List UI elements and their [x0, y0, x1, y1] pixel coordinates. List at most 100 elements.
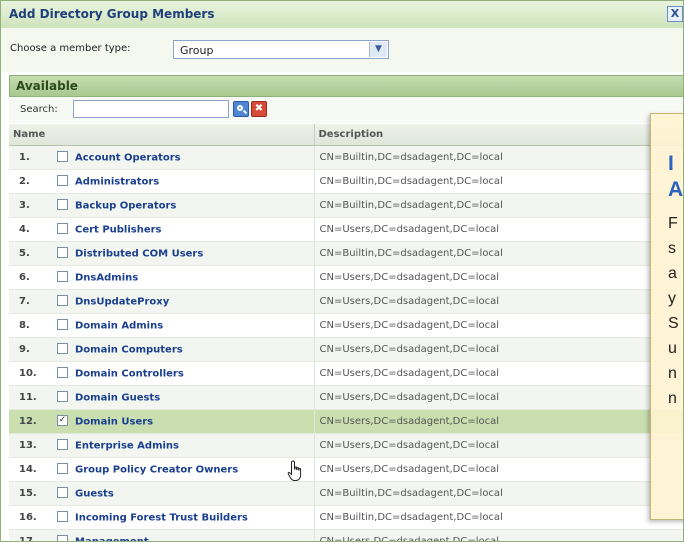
group-description-cell: CN=Builtin,DC=dsadagent,DC=local — [313, 169, 683, 194]
table-row[interactable]: 16. Incoming Forest Trust Builders CN=Buil… — [9, 505, 683, 530]
search-input[interactable] — [73, 100, 229, 118]
group-name-link[interactable]: Guests — [75, 488, 114, 499]
callout-body-line: F — [668, 215, 678, 232]
row-checkbox[interactable]: ✓ — [57, 414, 68, 426]
callout-heading-line: I — [668, 152, 674, 175]
group-name-cell: 16. Incoming Forest Trust Builders — [9, 505, 314, 530]
row-number: 5. — [19, 248, 30, 260]
table-row[interactable]: 4. Cert Publishers CN=Users,DC=dsadagent,D… — [9, 217, 683, 242]
table-row[interactable]: 2. Administrators CN=Builtin,DC=dsadagent,… — [9, 169, 683, 194]
row-checkbox[interactable] — [57, 150, 68, 162]
group-name-cell: 2. Administrators — [9, 169, 314, 194]
group-name-cell: 14. Group Policy Creator Owners — [9, 457, 314, 482]
group-name-link[interactable]: Management — [75, 536, 149, 541]
callout-body-line: n — [668, 365, 677, 382]
chevron-down-icon[interactable]: ▼ — [369, 42, 387, 57]
group-name-link[interactable]: Domain Guests — [75, 392, 160, 403]
row-checkbox[interactable] — [57, 534, 68, 541]
table-row[interactable]: 8. Domain Admins CN=Users,DC=dsadagent,DC=… — [9, 313, 683, 338]
group-name-link[interactable]: Domain Controllers — [75, 368, 184, 379]
group-description-cell: CN=Users,DC=dsadagent,DC=local — [313, 337, 683, 362]
row-checkbox[interactable] — [57, 438, 68, 450]
row-number: 16. — [19, 512, 37, 524]
callout-body-line: u — [668, 340, 677, 357]
group-name-link[interactable]: Enterprise Admins — [75, 440, 179, 451]
table-row[interactable]: 17. Management CN=Users,DC=dsadagent,DC=lo… — [9, 529, 683, 541]
row-checkbox[interactable] — [57, 174, 68, 186]
group-name-link[interactable]: Domain Computers — [75, 344, 183, 355]
table-row[interactable]: 10. Domain Controllers CN=Users,DC=dsadage… — [9, 361, 683, 386]
group-description-cell: CN=Users,DC=dsadagent,DC=local — [313, 361, 683, 386]
group-name-link[interactable]: Group Policy Creator Owners — [75, 464, 238, 475]
group-name-cell: 5. Distributed COM Users — [9, 241, 314, 266]
row-number: 9. — [19, 344, 30, 356]
row-number: 13. — [19, 440, 37, 452]
group-name-cell: 8. Domain Admins — [9, 313, 314, 338]
group-description-cell: CN=Users,DC=dsadagent,DC=local — [313, 289, 683, 314]
clear-search-icon[interactable]: ✖ — [251, 101, 267, 117]
group-name-link[interactable]: Cert Publishers — [75, 224, 162, 235]
table-row[interactable]: 1. Account Operators CN=Builtin,DC=dsadage… — [9, 145, 683, 170]
row-checkbox[interactable] — [57, 342, 68, 354]
add-directory-group-members-dialog: Add Directory Group Members X Choose a m… — [0, 0, 684, 542]
group-name-link[interactable]: Backup Operators — [75, 200, 176, 211]
row-checkbox[interactable] — [57, 270, 68, 282]
row-checkbox[interactable] — [57, 222, 68, 234]
groups-table: Name Description 1. Account Operators CN=B… — [9, 124, 683, 541]
table-row[interactable]: 7. DnsUpdateProxy CN=Users,DC=dsadagent,DC… — [9, 289, 683, 314]
callout-heading-line: A — [668, 178, 684, 201]
group-name-link[interactable]: Domain Admins — [75, 320, 163, 331]
group-name-link[interactable]: Domain Users — [75, 416, 153, 427]
row-checkbox[interactable] — [57, 294, 68, 306]
table-body: 1. Account Operators CN=Builtin,DC=dsadage… — [9, 145, 683, 541]
help-callout: I A F s a y S u n n — [650, 113, 684, 520]
row-checkbox[interactable] — [57, 318, 68, 330]
row-checkbox[interactable] — [57, 462, 68, 474]
table-row[interactable]: 6. DnsAdmins CN=Users,DC=dsadagent,DC=loca… — [9, 265, 683, 290]
row-number: 10. — [19, 368, 37, 380]
group-description-cell: CN=Builtin,DC=dsadagent,DC=local — [313, 193, 683, 218]
row-checkbox[interactable] — [57, 486, 68, 498]
row-number: 6. — [19, 272, 30, 284]
search-icon[interactable] — [233, 101, 249, 117]
callout-body-line: n — [668, 390, 677, 407]
callout-body-line: a — [668, 265, 677, 282]
description-column-header[interactable]: Description — [313, 124, 683, 146]
table-row[interactable]: 11. Domain Guests CN=Users,DC=dsadagent,DC… — [9, 385, 683, 410]
group-name-cell: 4. Cert Publishers — [9, 217, 314, 242]
group-name-cell: 13. Enterprise Admins — [9, 433, 314, 458]
group-name-link[interactable]: Distributed COM Users — [75, 248, 203, 259]
table-row[interactable]: 9. Domain Computers CN=Users,DC=dsadagent,… — [9, 337, 683, 362]
group-name-link[interactable]: DnsUpdateProxy — [75, 296, 169, 307]
table-row[interactable]: 13. Enterprise Admins CN=Users,DC=dsadagen… — [9, 433, 683, 458]
group-description-cell: CN=Users,DC=dsadagent,DC=local — [313, 313, 683, 338]
group-name-cell: 17. Management — [9, 529, 314, 541]
row-checkbox[interactable] — [57, 366, 68, 378]
row-checkbox[interactable] — [57, 246, 68, 258]
row-checkbox[interactable] — [57, 198, 68, 210]
available-section-header: Available — [9, 75, 683, 97]
group-description-cell: CN=Builtin,DC=dsadagent,DC=local — [313, 241, 683, 266]
group-name-cell: 6. DnsAdmins — [9, 265, 314, 290]
name-column-header[interactable]: Name — [9, 124, 314, 146]
row-checkbox[interactable] — [57, 510, 68, 522]
row-number: 8. — [19, 320, 30, 332]
table-row[interactable]: 5. Distributed COM Users CN=Builtin,DC=dsa… — [9, 241, 683, 266]
row-checkbox[interactable] — [57, 390, 68, 402]
group-name-cell: 15. Guests — [9, 481, 314, 506]
row-number: 14. — [19, 464, 37, 476]
group-name-link[interactable]: Administrators — [75, 176, 159, 187]
table-row[interactable]: 3. Backup Operators CN=Builtin,DC=dsadagen… — [9, 193, 683, 218]
group-name-link[interactable]: Account Operators — [75, 152, 181, 163]
close-icon[interactable]: X — [667, 6, 683, 22]
table-row[interactable]: 15. Guests CN=Builtin,DC=dsadagent,DC=loca… — [9, 481, 683, 506]
hand-pointer-cursor-icon — [287, 460, 302, 481]
row-number: 7. — [19, 296, 30, 308]
table-row[interactable]: 12. ✓ Domain Users CN=Users,DC=dsadagent,DC… — [9, 409, 683, 434]
member-type-row: Choose a member type: Group ▼ — [1, 28, 683, 72]
group-name-link[interactable]: Incoming Forest Trust Builders — [75, 512, 248, 523]
member-type-select[interactable]: Group ▼ — [173, 40, 389, 59]
callout-body-line: S — [668, 315, 679, 332]
table-row[interactable]: 14. Group Policy Creator Owners CN=Users,D… — [9, 457, 683, 482]
group-name-link[interactable]: DnsAdmins — [75, 272, 138, 283]
